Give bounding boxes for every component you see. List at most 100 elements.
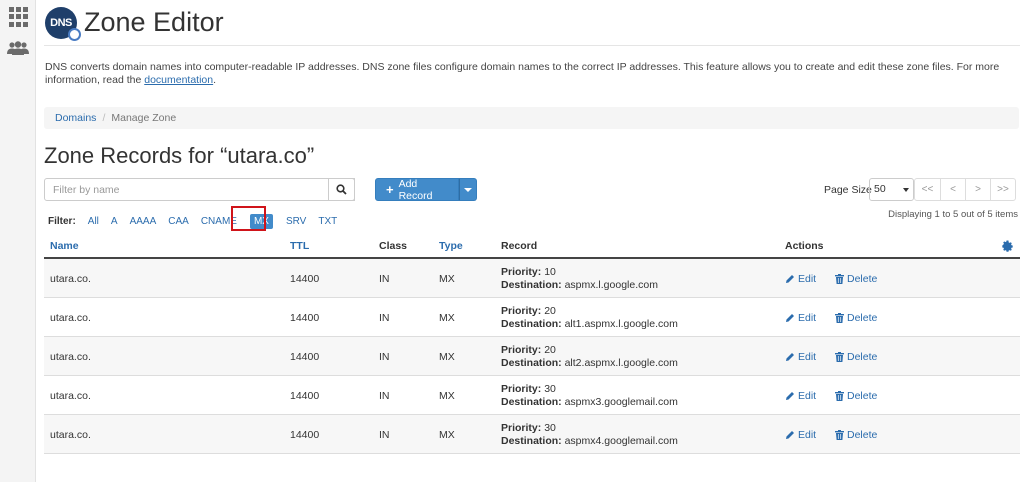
destination-label: Destination: [501,435,562,447]
column-record: Record [501,240,538,252]
pencil-icon [786,431,794,439]
delete-button[interactable]: Delete [835,390,877,402]
priority-label: Priority: [501,383,542,395]
destination-label: Destination: [501,357,562,369]
delete-button[interactable]: Delete [835,273,877,285]
cell-class: IN [379,312,390,324]
delete-label: Delete [847,390,878,402]
chevron-down-icon [464,187,472,192]
breadcrumb: Domains / Manage Zone [44,107,1019,129]
table-row: utara.co. 14400 IN MX Priority: 20 Desti… [44,337,1020,376]
page-header: DNS Zone Editor [44,0,1020,46]
table-body: utara.co. 14400 IN MX Priority: 10 Desti… [44,259,1020,454]
filter-srv[interactable]: SRV [286,216,306,227]
page-description: DNS converts domain names into computer-… [45,61,1000,86]
column-type[interactable]: Type [439,240,463,252]
filter-caa[interactable]: CAA [168,216,189,227]
page-size-select[interactable]: 50 [869,178,914,201]
edit-label: Edit [798,312,817,324]
filter-label: Filter: [48,216,76,227]
zone-records-title: Zone Records for “utara.co” [44,143,315,168]
mx-filter-highlight-box [231,206,266,231]
cell-record: Priority: 30 Destination: aspmx3.googlem… [501,383,678,409]
destination-value: aspmx3.googlemail.com [564,396,678,408]
cell-record: Priority: 30 Destination: aspmx4.googlem… [501,422,678,448]
column-class: Class [379,240,408,252]
delete-label: Delete [847,429,878,441]
plus-icon: + [386,182,394,197]
priority-value: 30 [544,422,556,434]
edit-label: Edit [798,351,817,363]
edit-label: Edit [798,390,817,402]
destination-value: alt2.aspmx.l.google.com [564,357,678,369]
filter-a[interactable]: A [111,216,118,227]
table-row: utara.co. 14400 IN MX Priority: 20 Desti… [44,298,1020,337]
edit-button[interactable]: Edit [785,390,816,402]
edit-button[interactable]: Edit [785,312,816,324]
search-button[interactable] [328,178,355,201]
pagination: << < > >> [914,178,1016,201]
priority-value: 20 [544,305,556,317]
delete-button[interactable]: Delete [835,351,877,363]
destination-label: Destination: [501,279,562,291]
cell-name: utara.co. [50,390,91,402]
edit-button[interactable]: Edit [785,351,816,363]
add-record-button[interactable]: + Add Record [375,178,459,202]
breadcrumb-domains[interactable]: Domains [55,112,96,124]
trash-icon [835,313,844,323]
destination-value: aspmx4.googlemail.com [564,435,678,447]
priority-label: Priority: [501,422,542,434]
sidebar [0,0,36,482]
breadcrumb-current: Manage Zone [111,112,177,124]
cell-type: MX [439,390,455,402]
edit-label: Edit [798,429,817,441]
trash-icon [835,274,844,284]
gear-icon[interactable] [1001,240,1014,256]
delete-button[interactable]: Delete [835,429,877,441]
pencil-icon [786,275,794,283]
edit-button[interactable]: Edit [785,429,816,441]
destination-value: aspmx.l.google.com [564,279,658,291]
delete-label: Delete [847,351,878,363]
delete-button[interactable]: Delete [835,312,877,324]
table-row: utara.co. 14400 IN MX Priority: 30 Desti… [44,415,1020,454]
column-ttl[interactable]: TTL [290,240,309,252]
column-name[interactable]: Name [50,240,79,252]
next-page-button[interactable]: > [965,178,991,201]
search-icon [336,184,347,195]
filter-by-name-input[interactable] [44,178,355,201]
apps-grid-icon[interactable] [7,7,29,27]
documentation-link[interactable]: documentation [144,74,213,86]
prev-page-button[interactable]: < [940,178,966,201]
cell-type: MX [439,429,455,441]
zone-records-table: Name TTL Class Type Record Actions utara… [44,236,1020,454]
pencil-icon [786,353,794,361]
cell-type: MX [439,351,455,363]
cell-class: IN [379,273,390,285]
cell-type: MX [439,312,455,324]
users-icon[interactable] [7,38,29,58]
main-content: DNS Zone Editor DNS converts domain name… [44,0,1020,482]
page-title: Zone Editor [84,7,224,37]
cell-ttl: 14400 [290,273,320,285]
delete-label: Delete [847,273,878,285]
trash-icon [835,430,844,440]
dns-logo-icon: DNS [45,7,81,41]
filter-aaaa[interactable]: AAAA [130,216,157,227]
table-row: utara.co. 14400 IN MX Priority: 10 Desti… [44,259,1020,298]
cell-class: IN [379,390,390,402]
cell-record: Priority: 10 Destination: aspmx.l.google… [501,266,658,292]
pencil-icon [786,392,794,400]
cell-record: Priority: 20 Destination: alt2.aspmx.l.g… [501,344,678,370]
cell-ttl: 14400 [290,312,320,324]
first-page-button[interactable]: << [914,178,941,201]
last-page-button[interactable]: >> [990,178,1016,201]
filter-txt[interactable]: TXT [318,216,337,227]
cell-type: MX [439,273,455,285]
filter-all[interactable]: All [88,216,99,227]
edit-button[interactable]: Edit [785,273,816,285]
add-record-dropdown-toggle[interactable] [459,178,477,201]
column-actions: Actions [785,240,824,252]
cell-class: IN [379,429,390,441]
cell-ttl: 14400 [290,429,320,441]
